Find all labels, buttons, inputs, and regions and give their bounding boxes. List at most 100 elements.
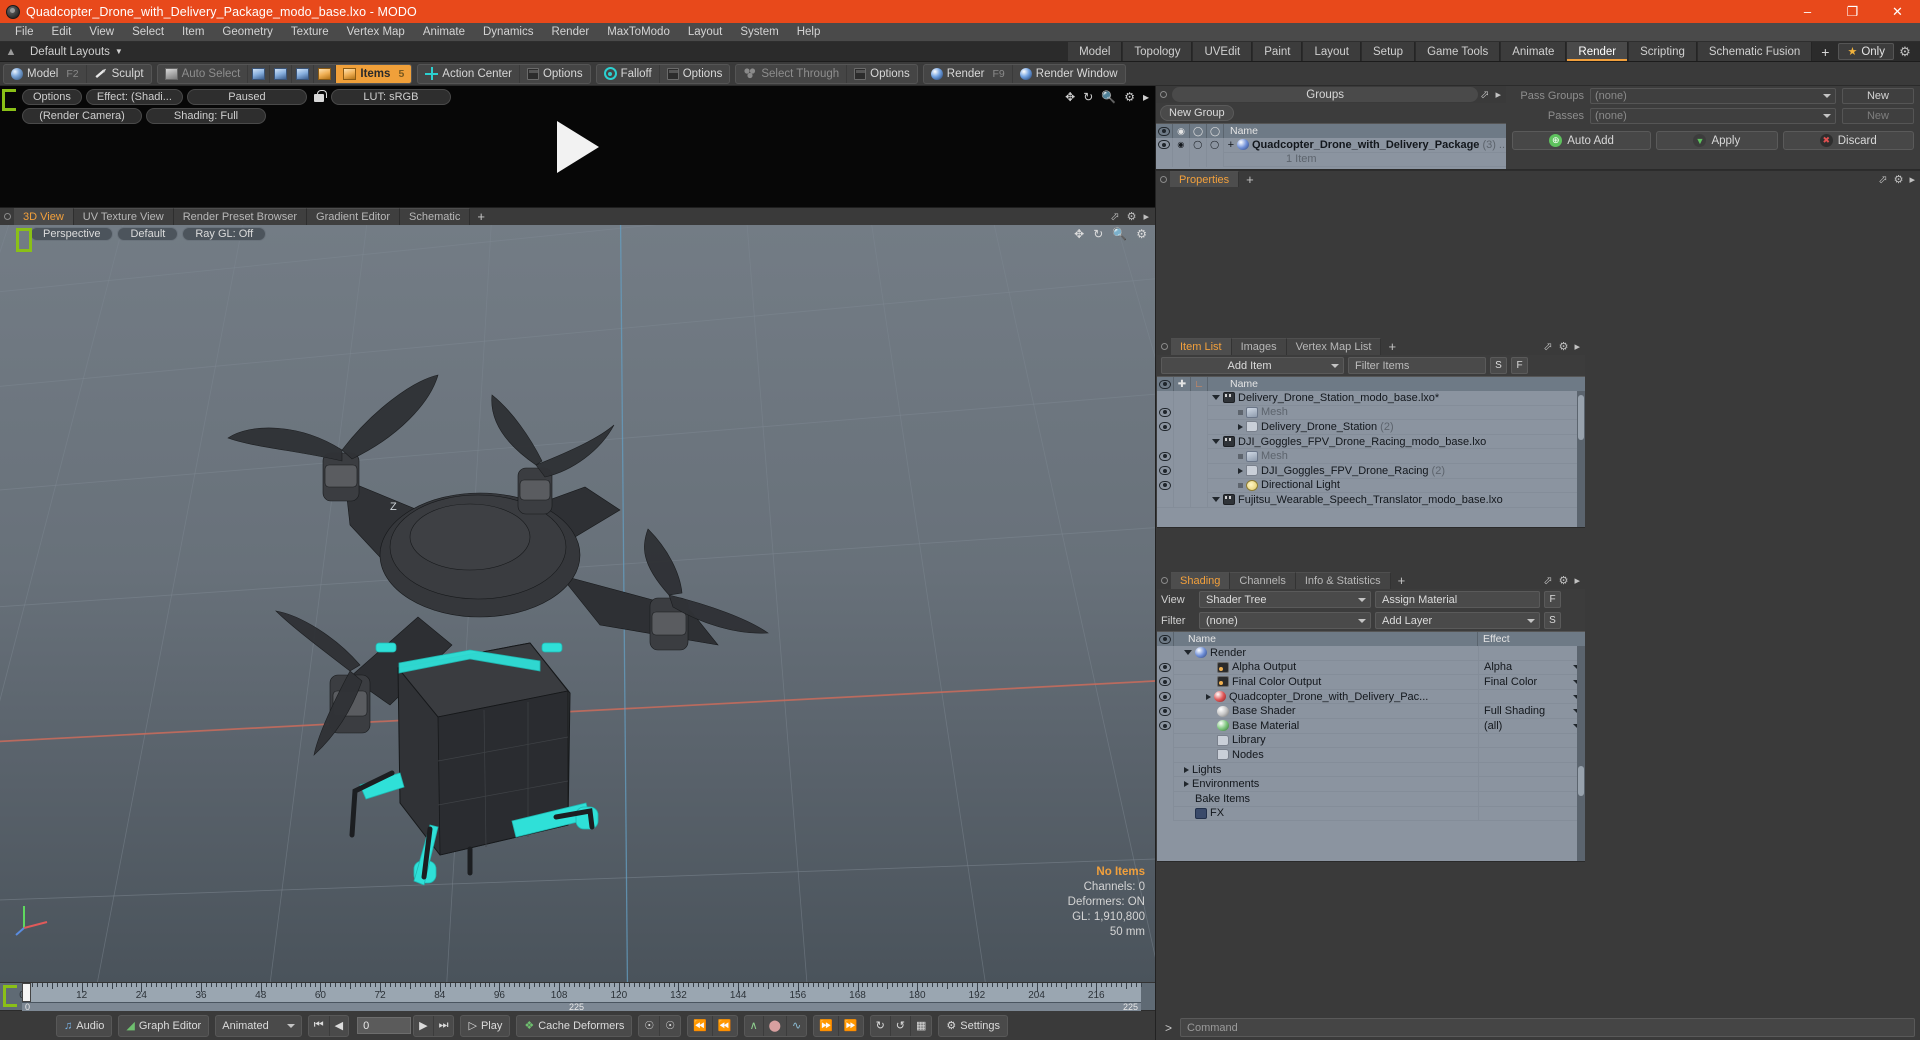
shader-tree-row[interactable]: Base Shader Full Shading (1157, 703, 1585, 719)
shader-tree-row[interactable]: Alpha Output Alpha (1157, 660, 1585, 676)
layout-tab-layout[interactable]: Layout (1302, 42, 1361, 61)
shader-name-cell[interactable]: Base Material (1174, 720, 1478, 732)
shader-visibility-toggle[interactable] (1157, 718, 1174, 734)
shader-tree-row[interactable]: Nodes (1157, 747, 1585, 763)
menu-animate[interactable]: Animate (414, 23, 474, 42)
viewport-options-gear-icon[interactable]: ⚙ (1136, 227, 1147, 241)
menu-file[interactable]: File (6, 23, 43, 42)
item-list-gear-icon[interactable]: ⚙ (1559, 340, 1569, 353)
viewport-tab-gradient-editor[interactable]: Gradient Editor (307, 208, 400, 225)
maximize-button[interactable]: ❐ (1830, 0, 1875, 23)
auto-add-button[interactable]: ⊕ Auto Add (1512, 131, 1652, 150)
prev-key-button[interactable]: ⏪ (688, 1015, 713, 1036)
shader-effect-cell[interactable]: Final Color (1478, 674, 1585, 690)
groups-panel-menu-dot-icon[interactable] (1156, 86, 1170, 103)
menu-edit[interactable]: Edit (43, 23, 81, 42)
graph-button[interactable]: ∿ (787, 1016, 806, 1036)
add-viewport-tab-button[interactable]: + (470, 208, 492, 225)
shading-expand-icon[interactable]: ⬀ (1543, 574, 1552, 587)
falloff-options-button[interactable]: Options (660, 65, 730, 83)
preview-camera-button[interactable]: (Render Camera) (22, 108, 142, 124)
item-visibility-toggle[interactable] (1157, 448, 1174, 464)
shader-visibility-toggle[interactable] (1157, 703, 1174, 719)
group-expander-icon[interactable]: + (1228, 139, 1234, 151)
menu-vertex-map[interactable]: Vertex Map (338, 23, 414, 42)
new-group-button[interactable]: New Group (1160, 105, 1234, 121)
add-layer-dropdown[interactable]: Add Layer (1375, 612, 1540, 629)
chevron-down-icon[interactable] (1184, 650, 1192, 656)
shading-gear-icon[interactable]: ⚙ (1559, 574, 1569, 587)
preview-lut-button[interactable]: LUT: sRGB (330, 89, 451, 105)
menu-help[interactable]: Help (788, 23, 830, 42)
preview-expand-icon[interactable]: ▸ (1143, 90, 1149, 104)
add-item-dropdown[interactable]: Add Item (1161, 357, 1344, 374)
layout-tab-uvedit[interactable]: UVEdit (1192, 42, 1253, 61)
select-through-options-button[interactable]: Options (847, 65, 917, 83)
preview-shading-button[interactable]: Shading: Full (146, 108, 266, 124)
go-to-start-button[interactable]: ⏮ (309, 1015, 330, 1036)
viewport-raygl-button[interactable]: Ray GL: Off (182, 227, 267, 241)
3d-viewport[interactable]: Z Perspective Default Ray GL: Off ✥ ↻ 🔍 … (0, 225, 1155, 982)
viewport-preset-button[interactable]: Default (117, 227, 179, 241)
properties-collapse-icon[interactable]: ▸ (1909, 173, 1915, 186)
chevron-right-icon[interactable] (1238, 467, 1243, 474)
item-visibility-toggle[interactable] (1157, 463, 1174, 479)
item-list-expand-icon[interactable]: ⬀ (1543, 340, 1552, 353)
key-delete-button[interactable]: ☉ (660, 1016, 680, 1036)
home-layout-icon[interactable]: ▲ (0, 42, 22, 61)
shader-effect-cell[interactable]: Full Shading (1478, 703, 1585, 719)
table-row[interactable]: ◉ ◯ ◯ + Quadcopter_Drone_with_Delivery_P… (1156, 138, 1506, 153)
select-through-button[interactable]: Select Through (736, 64, 848, 83)
viewport-perspective-button[interactable]: Perspective (30, 227, 114, 241)
shader-tree-row[interactable]: Lights (1157, 762, 1585, 778)
polygon-select-button[interactable] (292, 64, 315, 83)
zoom-icon[interactable]: 🔍 (1101, 90, 1116, 104)
refresh-button[interactable]: ↺ (891, 1015, 912, 1036)
chevron-down-icon[interactable] (1212, 497, 1220, 503)
chevron-right-icon[interactable] (1238, 423, 1243, 430)
shader-visibility-toggle[interactable] (1157, 674, 1174, 690)
chevron-down-icon[interactable] (1212, 439, 1220, 445)
falloff-button[interactable]: Falloff (597, 64, 660, 83)
preview-options-button[interactable]: Options (22, 89, 82, 105)
timeline-playhead[interactable] (22, 983, 31, 1002)
item-list-f-button[interactable]: F (1511, 357, 1528, 374)
step-back-button[interactable]: ◀ (330, 1016, 348, 1036)
render-window-button[interactable]: Render Window (1013, 65, 1125, 83)
command-input[interactable]: Command (1180, 1018, 1915, 1037)
tab-shading[interactable]: Shading (1171, 572, 1231, 589)
shader-name-cell[interactable]: Nodes (1174, 749, 1478, 761)
properties-gear-icon[interactable]: ⚙ (1894, 173, 1904, 186)
menu-select[interactable]: Select (123, 23, 173, 42)
item-name-cell[interactable]: Directional Light (1208, 479, 1585, 491)
cache-deformers-button[interactable]: ❖ Cache Deformers (517, 1016, 631, 1036)
item-name-cell[interactable]: Delivery_Drone_Station_modo_base.lxo* (1208, 392, 1585, 404)
shader-name-cell[interactable]: Final Color Output (1174, 676, 1478, 688)
viewport-tab-render-preset-browser[interactable]: Render Preset Browser (173, 208, 308, 225)
shader-tree-row[interactable]: Render (1157, 646, 1585, 661)
viewport-gear-icon[interactable]: ⚙ (1127, 210, 1137, 223)
tab-properties[interactable]: Properties (1170, 171, 1240, 187)
item-list-collapse-icon[interactable]: ▸ (1574, 340, 1580, 353)
group-row-wire-toggle[interactable]: ◯ (1206, 138, 1224, 153)
viewport-zoom-icon[interactable]: 🔍 (1112, 227, 1127, 241)
play-button[interactable]: ▷ Play (461, 1016, 509, 1036)
render-button[interactable]: Render F9 (924, 64, 1013, 83)
shader-tree-row[interactable]: Quadcopter_Drone_with_Delivery_Pac... (1157, 689, 1585, 705)
timeline-range-bar[interactable]: 0 225 225 (22, 1002, 1141, 1012)
list-item[interactable]: Delivery_Drone_Station_modo_base.lxo* (1157, 391, 1585, 406)
item-name-cell[interactable]: DJI_Goggles_FPV_Drone_Racing_modo_base.l… (1208, 436, 1585, 448)
shader-tree-dropdown[interactable]: Shader Tree (1199, 591, 1371, 608)
shader-effect-cell[interactable]: (all) (1478, 718, 1585, 734)
viewport-collapse-icon[interactable]: ▸ (1143, 210, 1149, 223)
material-select-button[interactable] (314, 64, 337, 83)
default-layouts-dropdown[interactable]: Default Layouts ▼ (22, 42, 131, 61)
shader-name-cell[interactable]: Environments (1174, 778, 1478, 790)
group-row-shade-toggle[interactable]: ◯ (1189, 138, 1207, 153)
tab-vertex-map-list[interactable]: Vertex Map List (1286, 338, 1382, 355)
ellipse-button[interactable]: ⬤ (764, 1015, 787, 1036)
reload-button[interactable]: ↻ (871, 1015, 891, 1036)
layout-tab-render[interactable]: Render (1566, 42, 1629, 61)
shader-visibility-toggle[interactable] (1157, 660, 1174, 675)
shader-tree-row[interactable]: Environments (1157, 776, 1585, 792)
